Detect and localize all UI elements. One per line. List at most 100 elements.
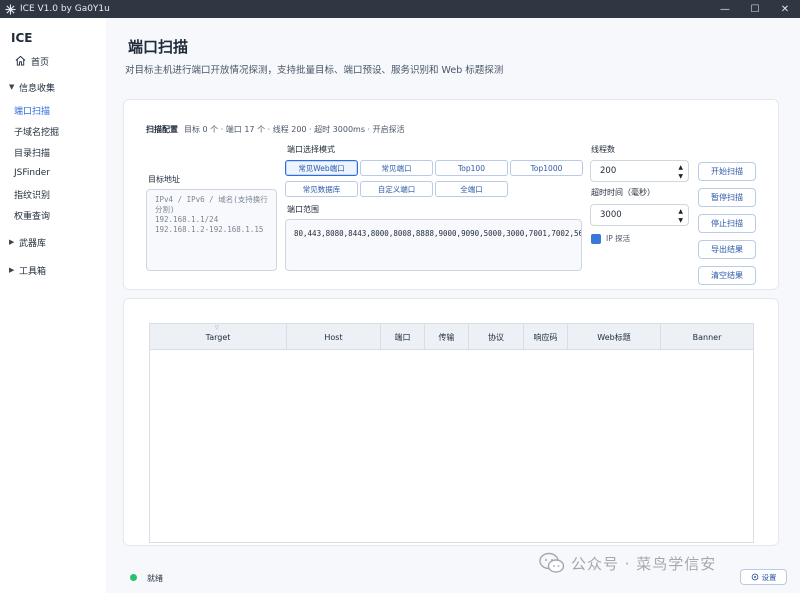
mode-custom-ports[interactable]: 自定义端口 [360, 181, 433, 197]
status-bar: 就绪 设置 [106, 569, 800, 593]
column-header-web-title[interactable]: Web标题 [568, 324, 661, 350]
status-text: 就绪 [147, 574, 163, 583]
config-summary: 目标 0 个 · 端口 17 个 · 线程 200 · 超时 3000ms · … [184, 125, 405, 134]
column-header-port[interactable]: 端口 [381, 324, 425, 350]
sidebar-group-label: 工具箱 [19, 266, 47, 277]
timeout-spinbox[interactable]: 3000 ▲ ▼ [590, 204, 689, 226]
window-title: ICE V1.0 by Ga0Y1u [20, 4, 110, 14]
pause-scan-button[interactable]: 暂停扫描 [698, 188, 756, 207]
column-label: 协议 [488, 332, 504, 342]
spin-arrows[interactable]: ▲ ▼ [678, 207, 683, 225]
table-body [150, 350, 753, 542]
checkbox-checked-icon[interactable] [591, 233, 601, 244]
column-label: Banner [692, 332, 722, 342]
chevron-right-icon: ▶ [9, 238, 15, 246]
ports-input[interactable]: 80,443,8080,8443,8000,8008,8888,9000,909… [285, 219, 582, 271]
app-snowflake-icon [4, 3, 16, 15]
sidebar-item-label: 目录扫描 [14, 148, 51, 159]
mode-top100[interactable]: Top100 [435, 160, 508, 176]
settings-label: 设置 [761, 572, 777, 582]
gear-icon [751, 573, 759, 581]
window-titlebar: ICE V1.0 by Ga0Y1u — ☐ ✕ [0, 0, 800, 18]
column-header-host[interactable]: Host [287, 324, 381, 350]
sidebar-item-label: JSFinder [14, 168, 51, 178]
column-header-transport[interactable]: 传输 [425, 324, 469, 350]
ports-label: 端口范围 [287, 205, 319, 214]
column-label: 传输 [438, 332, 455, 342]
mode-common-db[interactable]: 常见数据库 [285, 181, 358, 197]
scan-config-panel: 扫描配置 目标 0 个 · 端口 17 个 · 线程 200 · 超时 3000m… [123, 99, 779, 290]
sidebar-item-home[interactable]: 首页 [0, 52, 106, 70]
clear-results-button[interactable]: 清空结果 [698, 266, 756, 285]
maximize-button[interactable]: ☐ [740, 0, 770, 18]
brand-logo: ICE [11, 31, 33, 45]
wechat-icon [539, 552, 565, 574]
threads-value: 200 [600, 166, 617, 176]
sidebar-item-label: 首页 [31, 57, 50, 68]
main-content: 端口扫描 对目标主机进行端口开放情况探测，支持批量目标、端口预设、服务识别和 W… [106, 18, 800, 593]
ip-probe-checkbox[interactable]: IP 探活 [591, 233, 630, 244]
page-title: 端口扫描 [128, 38, 189, 56]
table-header: ▽ Target Host 端口 传输 协议 响应码 Web标题 Banner [150, 324, 753, 350]
spin-arrows[interactable]: ▲ ▼ [678, 163, 683, 181]
caret-down-icon[interactable]: ▼ [678, 172, 683, 181]
watermark-text: 公众号 · 菜鸟学信安 [571, 554, 717, 573]
column-header-status-code[interactable]: 响应码 [524, 324, 568, 350]
config-header: 扫描配置 目标 0 个 · 端口 17 个 · 线程 200 · 超时 3000m… [146, 124, 405, 135]
watermark: 公众号 · 菜鸟学信安 [539, 552, 716, 574]
sidebar-item-port-scan[interactable]: 端口扫描 [0, 101, 106, 119]
caret-up-icon[interactable]: ▲ [678, 207, 683, 216]
column-header-target[interactable]: ▽ Target [150, 324, 287, 350]
results-table: ▽ Target Host 端口 传输 协议 响应码 Web标题 Banner [149, 323, 754, 543]
column-label: 响应码 [533, 332, 558, 342]
column-label: Target [205, 332, 231, 342]
threads-spinbox[interactable]: 200 ▲ ▼ [590, 160, 689, 182]
start-scan-button[interactable]: 开始扫描 [698, 162, 756, 181]
page-subtitle: 对目标主机进行端口开放情况探测，支持批量目标、端口预设、服务识别和 Web 标题… [125, 65, 504, 76]
target-label: 目标地址 [148, 175, 180, 184]
mode-top1000[interactable]: Top1000 [510, 160, 583, 176]
minimize-button[interactable]: — [710, 0, 740, 18]
sidebar-item-label: 权重查询 [14, 211, 51, 222]
column-label: Web标题 [597, 332, 631, 342]
sidebar-group-label: 信息收集 [19, 83, 56, 94]
column-header-banner[interactable]: Banner [661, 324, 753, 350]
threads-label: 线程数 [591, 145, 615, 154]
sidebar-group-arsenal[interactable]: ▶ 武器库 [0, 233, 106, 251]
results-panel: ▽ Target Host 端口 传输 协议 响应码 Web标题 Banner [123, 298, 779, 546]
sidebar-item-weight-query[interactable]: 权重查询 [0, 206, 106, 224]
sidebar-group-info[interactable]: ▼ 信息收集 [0, 78, 106, 96]
sidebar-item-label: 指纹识别 [14, 190, 51, 201]
export-results-button[interactable]: 导出结果 [698, 240, 756, 259]
chevron-right-icon: ▶ [9, 266, 15, 274]
settings-button[interactable]: 设置 [740, 569, 787, 585]
sidebar-item-dir-scan[interactable]: 目录扫描 [0, 143, 106, 161]
column-header-protocol[interactable]: 协议 [469, 324, 524, 350]
chevron-down-icon: ▼ [9, 83, 15, 91]
stop-scan-button[interactable]: 停止扫描 [698, 214, 756, 233]
caret-up-icon[interactable]: ▲ [678, 163, 683, 172]
target-input[interactable]: IPv4 / IPv6 / 域名(支持换行分割) 192.168.1.1/24 … [146, 189, 277, 271]
sidebar-item-fingerprint[interactable]: 指纹识别 [0, 185, 106, 203]
window-controls: — ☐ ✕ [710, 0, 800, 18]
sidebar: ICE 首页 ▼ 信息收集 端口扫描 子域名挖掘 目录扫描 JSFinder 指… [0, 18, 106, 593]
mode-common-web-ports[interactable]: 常见Web端口 [285, 160, 358, 176]
close-button[interactable]: ✕ [770, 0, 800, 18]
sidebar-item-subdomain[interactable]: 子域名挖掘 [0, 122, 106, 140]
ip-probe-label: IP 探活 [606, 234, 631, 243]
sidebar-item-label: 端口扫描 [14, 106, 51, 117]
sidebar-group-toolbox[interactable]: ▶ 工具箱 [0, 261, 106, 279]
column-label: 端口 [394, 332, 411, 342]
config-title: 扫描配置 [146, 125, 178, 134]
timeout-label: 超时时间（毫秒） [591, 188, 655, 197]
mode-common-ports[interactable]: 常见端口 [360, 160, 433, 176]
sidebar-group-label: 武器库 [19, 238, 47, 249]
home-icon [15, 55, 27, 67]
sort-indicator-icon: ▽ [215, 325, 219, 331]
column-label: Host [324, 332, 343, 342]
sidebar-item-label: 子域名挖掘 [14, 127, 60, 138]
sidebar-item-jsfinder[interactable]: JSFinder [0, 164, 106, 182]
timeout-value: 3000 [600, 210, 622, 220]
caret-down-icon[interactable]: ▼ [678, 216, 683, 225]
mode-all-ports[interactable]: 全端口 [435, 181, 508, 197]
